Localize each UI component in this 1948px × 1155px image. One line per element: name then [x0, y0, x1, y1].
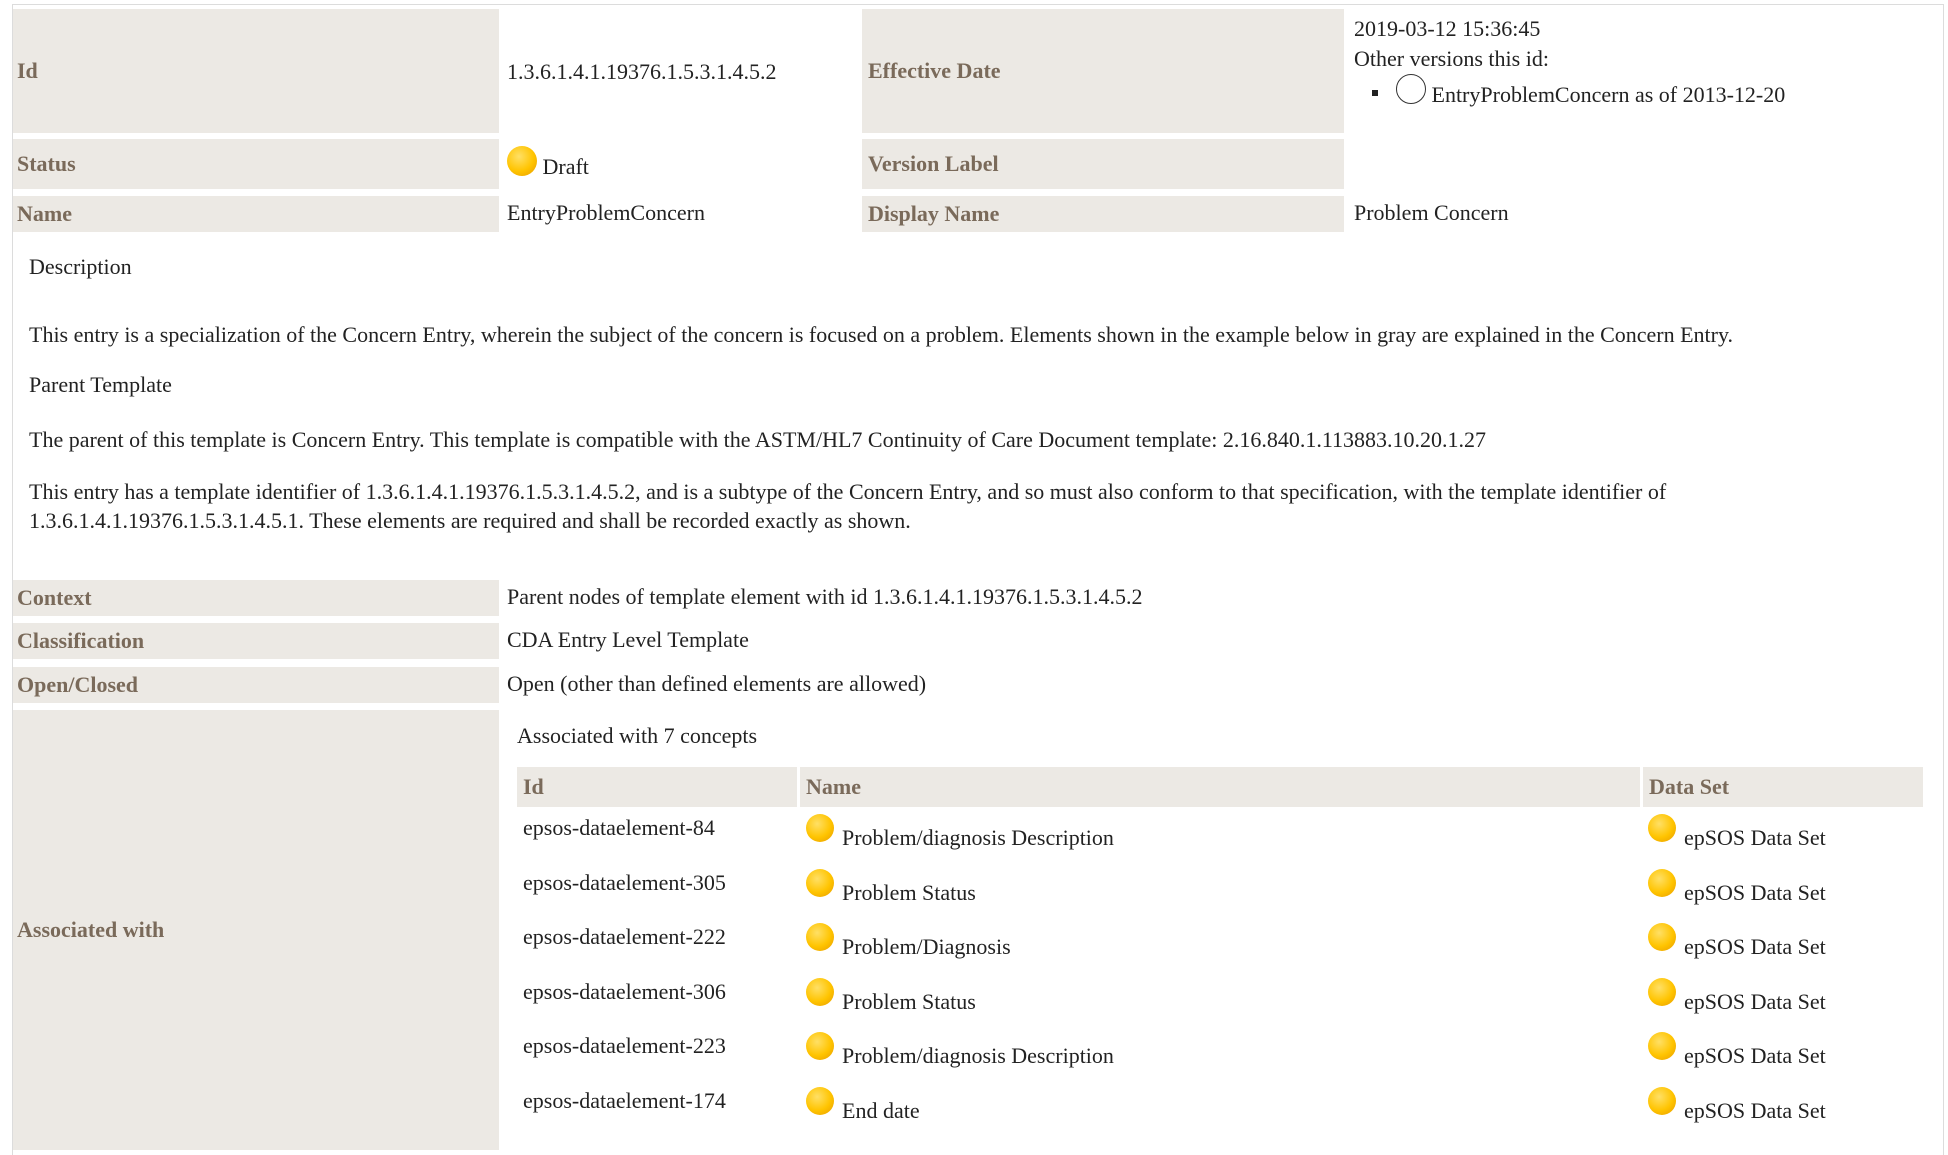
- concept-id[interactable]: epsos-dataelement-174: [523, 1088, 726, 1114]
- concept-name-text: Problem/Diagnosis: [842, 934, 1011, 959]
- concept-name-text: Problem/diagnosis Description: [842, 1043, 1114, 1068]
- effective-date-label: Effective Date: [862, 9, 1344, 133]
- status-draft-dot-icon: [507, 146, 537, 176]
- name-label: Name: [13, 196, 499, 232]
- dataset-status-dot-icon: [1648, 1031, 1676, 1060]
- concept-id[interactable]: epsos-dataelement-306: [523, 979, 726, 1005]
- concepts-header-dataset: Data Set: [1643, 767, 1923, 807]
- associated-with-label: Associated with: [13, 710, 499, 1150]
- concept-id[interactable]: epsos-dataelement-84: [523, 815, 715, 841]
- concept-name[interactable]: Problem/Diagnosis: [806, 922, 1011, 960]
- concept-status-dot-icon: [806, 977, 834, 1006]
- dataset-status-dot-icon: [1648, 868, 1676, 897]
- status-label: Status: [13, 139, 499, 189]
- concept-dataset[interactable]: epSOS Data Set: [1648, 813, 1826, 851]
- concept-name[interactable]: End date: [806, 1086, 920, 1124]
- associated-summary: Associated with 7 concepts: [517, 723, 758, 748]
- display-name-label: Display Name: [862, 196, 1344, 232]
- description-paragraph: This entry is a specialization of the Co…: [29, 322, 1734, 347]
- dataset-status-dot-icon: [1648, 1086, 1676, 1115]
- dataset-status-dot-icon: [1648, 977, 1676, 1006]
- concept-dataset[interactable]: epSOS Data Set: [1648, 922, 1826, 960]
- classification-label: Classification: [13, 623, 499, 659]
- concept-dataset[interactable]: epSOS Data Set: [1648, 1031, 1826, 1069]
- concept-status-dot-icon: [806, 1086, 834, 1115]
- other-version-link[interactable]: EntryProblemConcern as of 2013-12-20: [1432, 82, 1786, 107]
- concept-status-dot-icon: [806, 868, 834, 897]
- concept-name-text: End date: [842, 1098, 920, 1123]
- status-value: Draft: [507, 146, 589, 180]
- context-label: Context: [13, 580, 499, 616]
- concept-id[interactable]: epsos-dataelement-305: [523, 870, 726, 896]
- concept-dataset[interactable]: epSOS Data Set: [1648, 977, 1826, 1015]
- effective-date-value: 2019-03-12 15:36:45: [1354, 16, 1541, 41]
- classification-value: CDA Entry Level Template: [507, 627, 749, 652]
- dataset-name-text: epSOS Data Set: [1684, 989, 1826, 1014]
- open-closed-label: Open/Closed: [13, 667, 499, 703]
- concept-status-dot-icon: [806, 922, 834, 951]
- dataset-name-text: epSOS Data Set: [1684, 825, 1826, 850]
- concept-name-text: Problem/diagnosis Description: [842, 825, 1114, 850]
- dataset-status-dot-icon: [1648, 922, 1676, 951]
- dataset-name-text: epSOS Data Set: [1684, 934, 1826, 959]
- display-name-value: Problem Concern: [1354, 200, 1509, 225]
- concept-status-dot-icon: [806, 1031, 834, 1060]
- concepts-header-name: Name: [800, 767, 1640, 807]
- dataset-name-text: epSOS Data Set: [1684, 1043, 1826, 1068]
- open-closed-value: Open (other than defined elements are al…: [507, 671, 927, 696]
- concept-dataset[interactable]: epSOS Data Set: [1648, 868, 1826, 906]
- concepts-header-id: Id: [517, 767, 797, 807]
- version-circle-icon: [1396, 74, 1426, 104]
- dataset-name-text: epSOS Data Set: [1684, 1098, 1826, 1123]
- concept-dataset[interactable]: epSOS Data Set: [1648, 1086, 1826, 1124]
- concept-name[interactable]: Problem Status: [806, 868, 976, 906]
- name-value: EntryProblemConcern: [507, 200, 705, 225]
- bullet-icon: [1372, 90, 1378, 96]
- concept-status-dot-icon: [806, 813, 834, 842]
- context-value: Parent nodes of template element with id…: [507, 584, 1143, 609]
- version-label-label: Version Label: [862, 139, 1344, 189]
- concept-id[interactable]: epsos-dataelement-223: [523, 1033, 726, 1059]
- description-heading: Description: [29, 254, 132, 279]
- concept-id[interactable]: epsos-dataelement-222: [523, 924, 726, 950]
- dataset-name-text: epSOS Data Set: [1684, 880, 1826, 905]
- id-value: 1.3.6.1.4.1.19376.1.5.3.1.4.5.2: [507, 59, 777, 84]
- template-identifier-paragraph: This entry has a template identifier of …: [29, 479, 1667, 533]
- concept-name[interactable]: Problem/diagnosis Description: [806, 1031, 1114, 1069]
- status-text: Draft: [542, 154, 589, 180]
- parent-template-paragraph: The parent of this template is Concern E…: [29, 427, 1487, 452]
- other-versions-label: Other versions this id:: [1354, 46, 1549, 71]
- dataset-status-dot-icon: [1648, 813, 1676, 842]
- concept-name-text: Problem Status: [842, 880, 976, 905]
- concept-name[interactable]: Problem/diagnosis Description: [806, 813, 1114, 851]
- concept-name-text: Problem Status: [842, 989, 976, 1014]
- parent-template-heading: Parent Template: [29, 372, 172, 397]
- id-label: Id: [13, 9, 499, 133]
- other-version-item[interactable]: EntryProblemConcern as of 2013-12-20: [1372, 74, 1786, 110]
- concept-name[interactable]: Problem Status: [806, 977, 976, 1015]
